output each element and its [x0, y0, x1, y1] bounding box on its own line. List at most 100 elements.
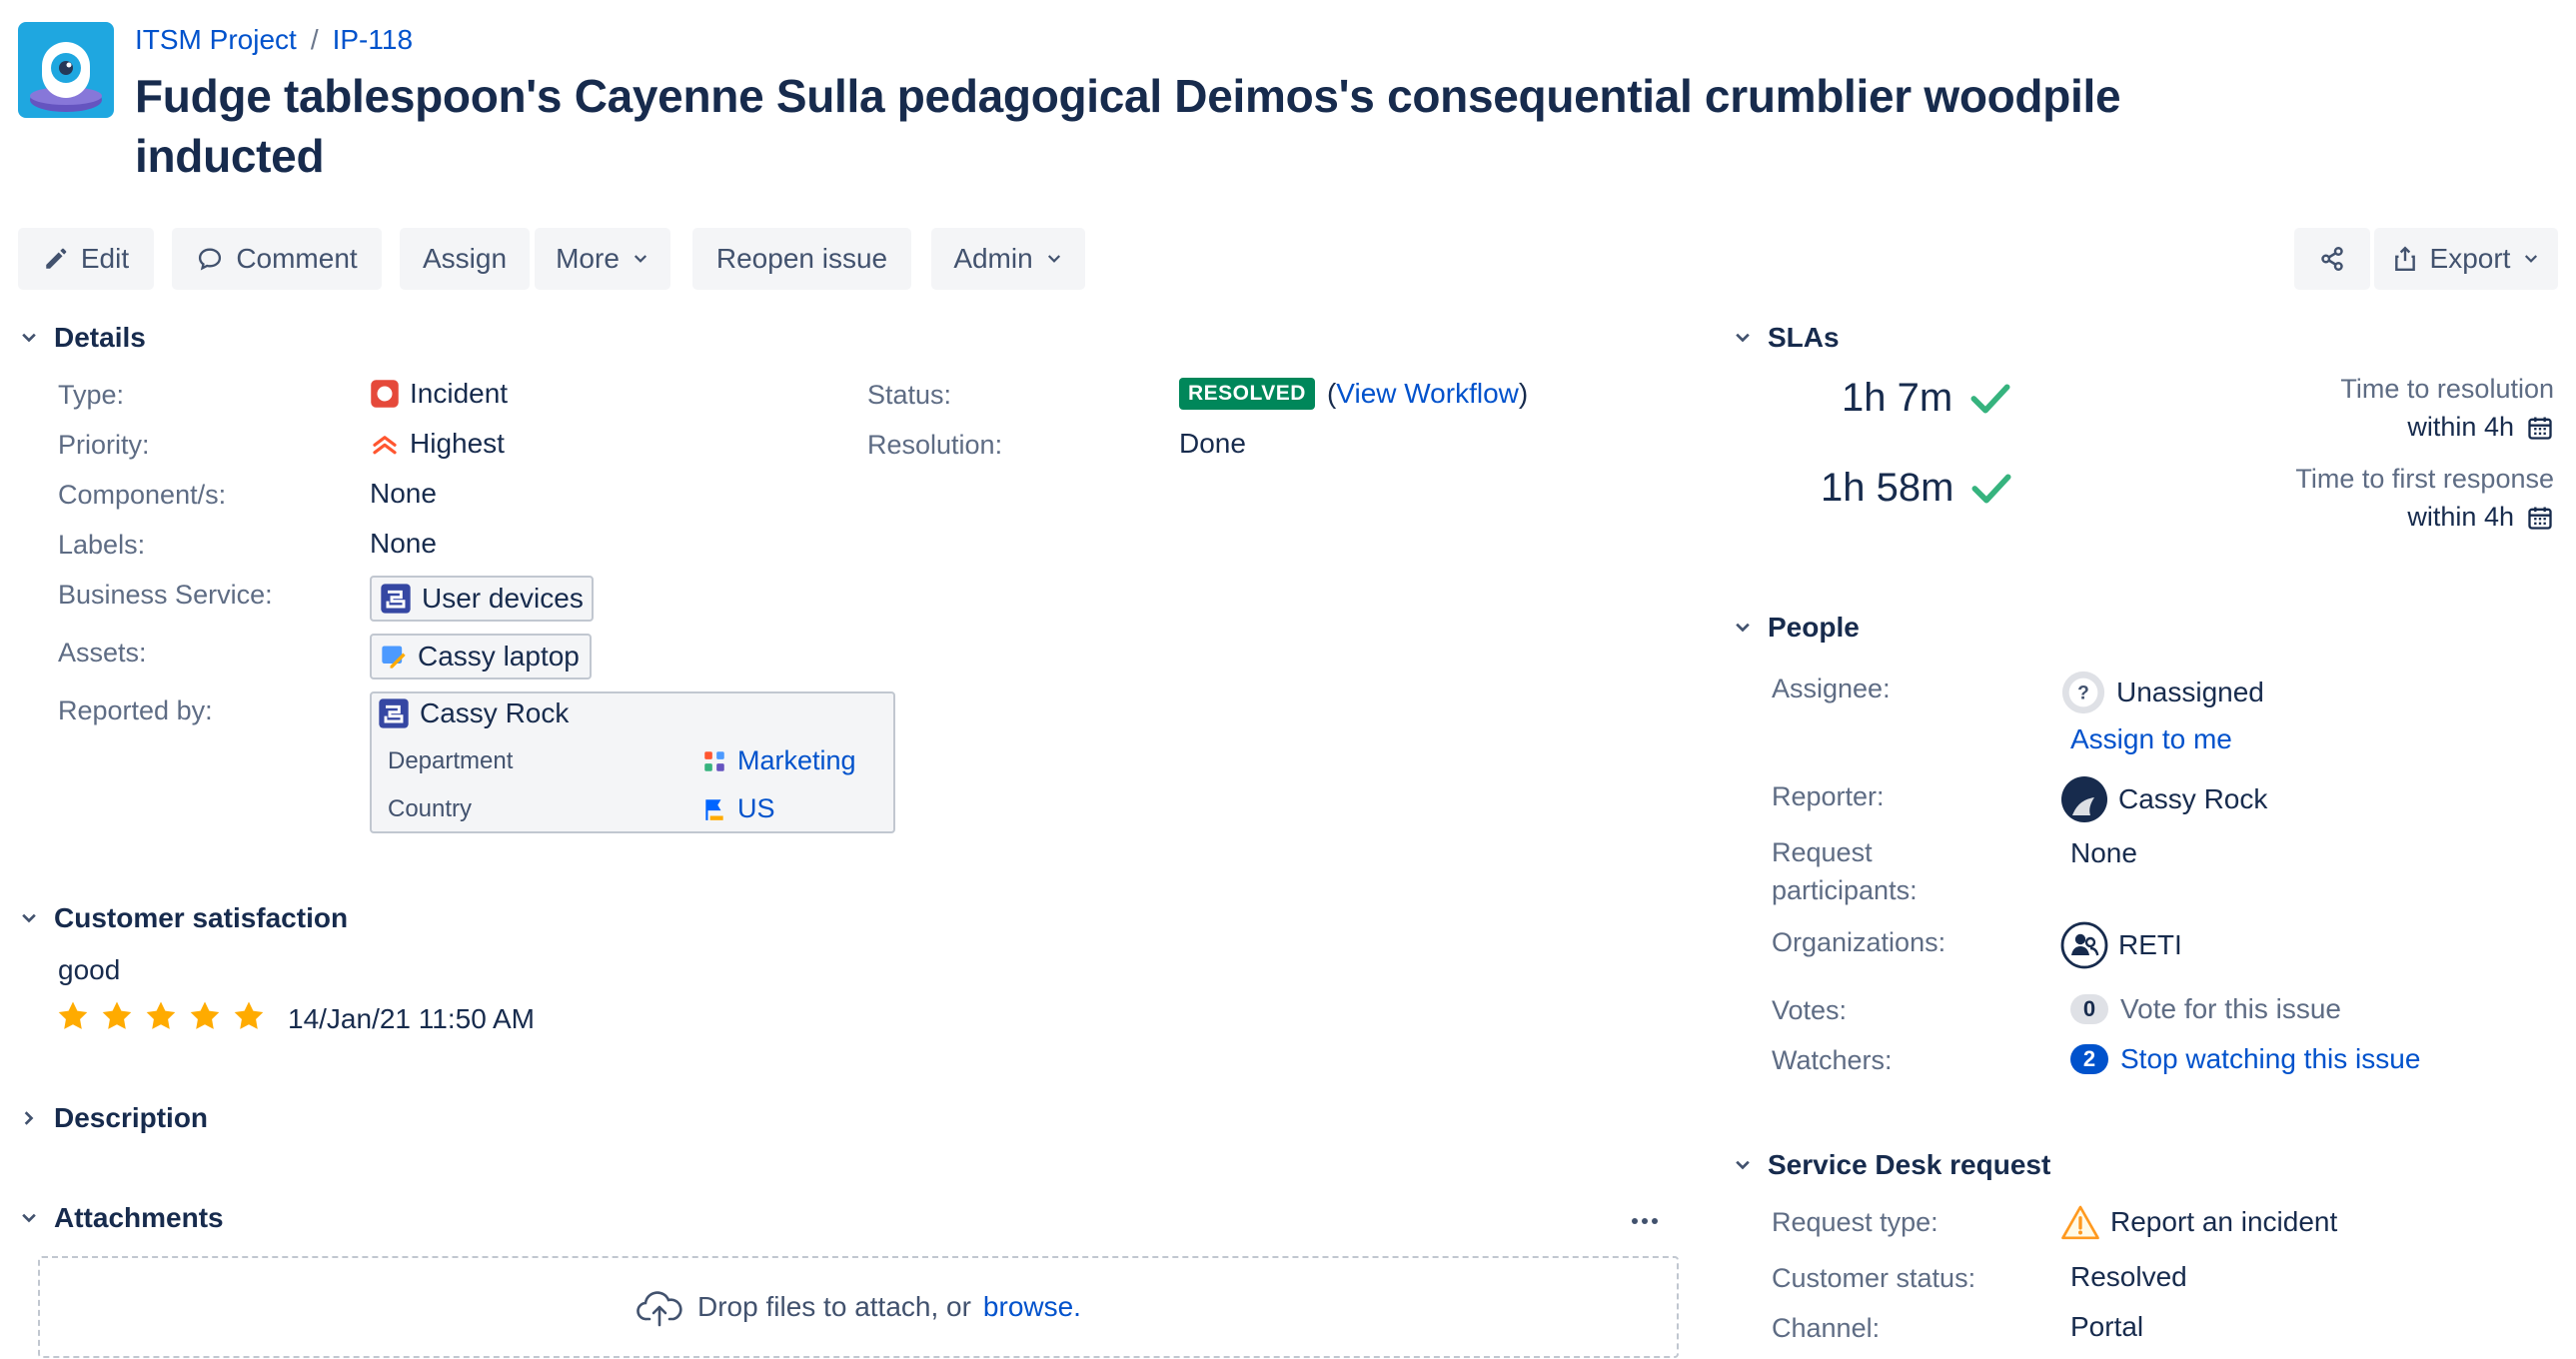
votes-value: 0 Vote for this issue [2070, 993, 2341, 1025]
comment-icon [199, 248, 222, 271]
export-button[interactable]: Export [2374, 228, 2558, 290]
breadcrumb-separator: / [310, 24, 319, 55]
calendar-icon [2528, 507, 2552, 530]
star-icon [190, 1001, 220, 1029]
admin-button[interactable]: Admin [931, 228, 1085, 290]
attachments-section-header[interactable]: Attachments [18, 1202, 224, 1234]
browse-link[interactable]: browse. [983, 1291, 1081, 1323]
customer-status-value: Resolved [2070, 1261, 2187, 1292]
organization-icon [2060, 921, 2108, 969]
country-label: Country [388, 795, 473, 822]
sla-time-text: 1h 58m [1821, 466, 1954, 510]
watchers-count-badge[interactable]: 2 [2070, 1044, 2108, 1074]
assign-button[interactable]: Assign [400, 228, 530, 290]
reopen-label: Reopen issue [715, 243, 888, 274]
votes-count-badge: 0 [2070, 994, 2108, 1024]
assets-label: Assets: [58, 638, 147, 668]
type-text: Incident [410, 378, 509, 409]
country-value[interactable]: US [701, 793, 775, 824]
reporter-card-name[interactable]: Cassy Rock [378, 697, 569, 729]
view-workflow-link[interactable]: View Workflow [1336, 378, 1519, 409]
more-label: More [556, 243, 620, 274]
vote-link[interactable]: Vote for this issue [2120, 993, 2341, 1025]
pencil-icon [46, 248, 67, 269]
department-label: Department [388, 747, 514, 774]
slas-section-header[interactable]: SLAs [1732, 322, 1840, 354]
sla-first-response-time: 1h 58m [1821, 466, 2011, 511]
satisfaction-date: 14/Jan/21 11:50 AM [288, 1003, 535, 1034]
business-service-text: User devices [422, 583, 584, 614]
description-section-header[interactable]: Description [18, 1102, 208, 1134]
comment-button[interactable]: Comment [172, 228, 382, 290]
more-button[interactable]: More [535, 228, 670, 290]
paren-open: ( [1326, 378, 1337, 409]
assignee-text: Unassigned [2116, 677, 2264, 707]
breadcrumb-issue-key[interactable]: IP-118 [333, 24, 413, 56]
description-heading: Description [54, 1102, 209, 1133]
country-link[interactable]: US [737, 793, 775, 824]
reporter-label: Reporter: [1772, 781, 1885, 811]
components-label: Component/s: [58, 480, 227, 510]
sla-first-response-within: within 4h [2407, 502, 2554, 533]
chevron-down-icon [1732, 1154, 1754, 1176]
participants-label-line1: Request [1772, 837, 1873, 867]
export-label: Export [2429, 243, 2511, 274]
department-value[interactable]: Marketing [701, 745, 856, 776]
labels-value: None [370, 528, 437, 559]
priority-highest-icon [373, 436, 397, 455]
priority-text: Highest [410, 428, 505, 459]
comment-label: Comment [236, 243, 358, 274]
type-label: Type: [58, 380, 125, 410]
asset-chip[interactable]: Cassy laptop [370, 634, 592, 680]
chevron-down-icon [1732, 327, 1754, 349]
share-button[interactable] [2294, 228, 2370, 290]
chevron-down-icon [2525, 255, 2538, 263]
star-icon [146, 1001, 176, 1029]
request-type-text: Report an incident [2110, 1206, 2338, 1237]
channel-label: Channel: [1772, 1313, 1881, 1343]
service-desk-section-header[interactable]: Service Desk request [1732, 1149, 2050, 1181]
star-icon [234, 1001, 264, 1029]
sla-time-text: 1h 7m [1842, 376, 1953, 420]
reopen-issue-button[interactable]: Reopen issue [692, 228, 911, 290]
sla-resolution-name: Time to resolution [2340, 374, 2554, 404]
details-heading: Details [54, 322, 146, 353]
organizations-text: RETI [2118, 929, 2182, 960]
chevron-down-icon [18, 327, 40, 349]
satisfaction-rating-text: good [58, 954, 121, 985]
people-section-header[interactable]: People [1732, 612, 1860, 644]
organizations-label: Organizations: [1772, 927, 1946, 957]
status-badge: RESOLVED [1179, 378, 1315, 410]
labels-label: Labels: [58, 530, 146, 560]
business-service-chip[interactable]: User devices [370, 576, 594, 622]
chevron-right-icon [18, 1107, 40, 1129]
priority-value: Highest [370, 428, 505, 460]
chevron-down-icon [1047, 255, 1060, 263]
reporter-value[interactable]: Cassy Rock [2060, 775, 2267, 823]
business-service-label: Business Service: [58, 580, 273, 610]
status-label: Status: [867, 380, 952, 410]
warning-icon [2061, 1205, 2099, 1240]
assign-to-me-link[interactable]: Assign to me [2070, 723, 2232, 755]
more-options-icon[interactable] [1629, 1211, 1661, 1236]
breadcrumb-project[interactable]: ITSM Project [135, 24, 297, 56]
stop-watching-link[interactable]: Stop watching this issue [2120, 1043, 2420, 1075]
attachment-drop-zone[interactable]: Drop files to attach, or browse. [38, 1256, 1679, 1358]
project-avatar[interactable] [18, 22, 114, 118]
attachments-heading: Attachments [54, 1202, 224, 1233]
breadcrumb: ITSM Project / IP-118 [135, 24, 413, 56]
asset-text: Cassy laptop [418, 641, 580, 672]
satisfaction-section-header[interactable]: Customer satisfaction [18, 902, 348, 934]
watchers-value: 2 Stop watching this issue [2070, 1043, 2420, 1075]
edit-label: Edit [80, 243, 130, 274]
details-section-header[interactable]: Details [18, 322, 146, 354]
chevron-down-icon [18, 907, 40, 929]
sla-resolution-time: 1h 7m [1842, 376, 2010, 421]
participants-value: None [2070, 837, 2137, 868]
share-icon [2321, 247, 2343, 271]
department-link[interactable]: Marketing [737, 745, 856, 776]
chevron-down-icon [1732, 617, 1754, 639]
channel-value: Portal [2070, 1311, 2144, 1342]
edit-button[interactable]: Edit [18, 228, 154, 290]
components-value: None [370, 478, 437, 509]
